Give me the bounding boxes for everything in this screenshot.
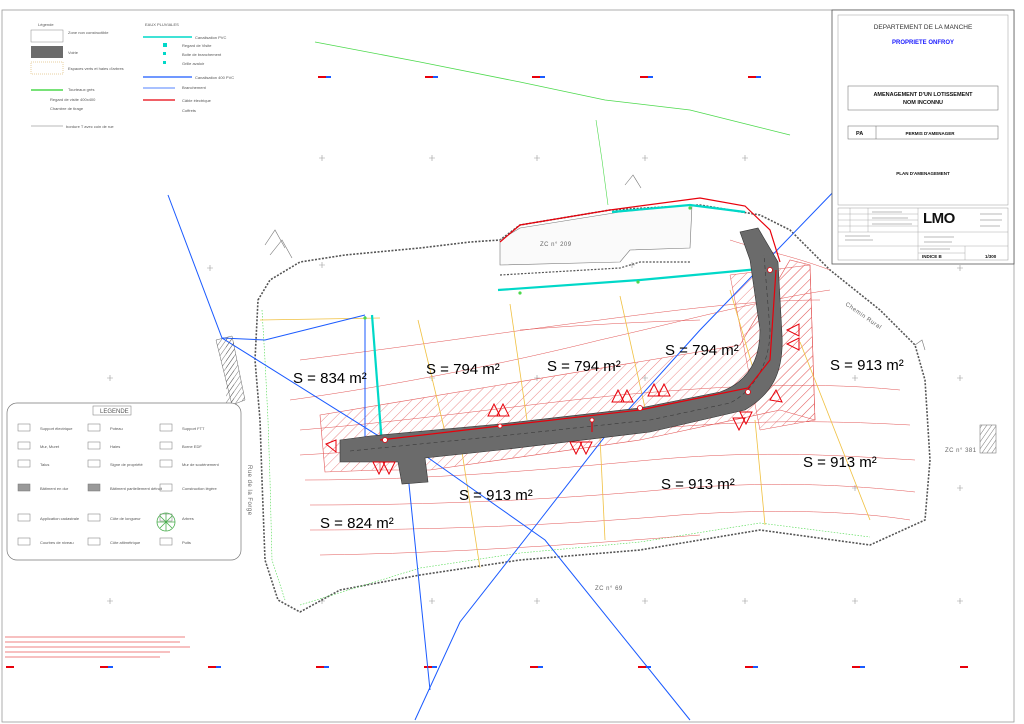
scale-label: 1/300 — [985, 254, 997, 259]
legend-item-label: Application cadastrale — [40, 516, 80, 521]
right-building — [979, 424, 997, 454]
legend-item-label: Mur de soutènement — [182, 462, 220, 467]
zc-south-label: ZC n° 69 — [595, 586, 623, 592]
left-wall-hatch — [226, 338, 234, 404]
lower-legend-title: LEGENDE — [100, 409, 129, 415]
compass-icon — [156, 512, 176, 532]
legend-item-label: Boite de branchement — [182, 52, 222, 57]
legend-swatch — [30, 61, 64, 75]
road-west-label: Rue de la Forge — [246, 465, 252, 516]
legend-swatch — [163, 52, 166, 55]
legend-item-label: Borne EDF — [182, 444, 202, 449]
project-box — [847, 85, 999, 111]
legend-item-label: Courbes de niveau — [40, 540, 74, 545]
legend-item-label: Branchement — [182, 85, 207, 90]
parcel-area-label: S = 794 m² — [665, 342, 739, 359]
permit-label: PERMIS D'AMENAGER — [905, 131, 955, 136]
legend-item-label: Bâtiment en dur — [40, 486, 69, 491]
legend-item-label: Tourteaux grès — [68, 87, 94, 92]
legend-item-label: Regard de visite 400x400 — [50, 97, 96, 102]
legend-item-label: bordure T avec coin de rue — [66, 124, 114, 129]
legend-symbol — [87, 483, 101, 492]
plan-name-label: PLAN D'AMENAGEMENT — [896, 171, 950, 176]
legend-item-label: Zone non constructible — [68, 30, 109, 35]
legend-item-label: Mur, Muret — [40, 444, 60, 449]
pa-code: PA — [856, 131, 863, 137]
index-label: INDICE B — [922, 254, 943, 259]
parcel-area-label: S = 913 m² — [803, 454, 877, 471]
legend-item-label: Canalisation 400 PVC — [195, 75, 234, 80]
legend-item-label: Haies — [110, 444, 120, 449]
legend-item-label: Support FTT — [182, 426, 205, 431]
legend-swatch — [31, 46, 63, 58]
legend-item-label: Chambre de tirage — [50, 106, 84, 111]
project-line-1: AMENAGEMENT D'UN LOTISSEMENT — [873, 92, 973, 98]
parcel-area-label: S = 834 m² — [293, 370, 367, 387]
legend-swatch — [163, 43, 167, 47]
legend-item-label: Bâtiment partiellement détruit — [110, 486, 163, 491]
legend-swatch — [30, 29, 64, 43]
parcel-area-label: S = 794 m² — [547, 358, 621, 375]
legend-swatch — [163, 61, 166, 64]
zc-north-label: ZC n° 209 — [540, 242, 572, 248]
legend-item-label: Talus — [40, 462, 49, 467]
legend-item-label: Poteau — [110, 426, 123, 431]
department-label: DEPARTEMENT DE LA MANCHE — [874, 24, 973, 31]
networks-title: EAUX PLUVIALES — [145, 22, 179, 27]
parcel-area-label: S = 913 m² — [459, 487, 533, 504]
legend-item-label: Signe de propriété — [110, 462, 143, 467]
title-block: DEPARTEMENT DE LA MANCHE PROPRIETE ONFRO… — [831, 9, 1015, 265]
legend-item-label: Grille avaloir — [182, 61, 205, 66]
zc-east-label: ZC n° 381 — [945, 448, 977, 454]
legend-symbol — [17, 483, 31, 492]
parcel-area-label: S = 794 m² — [426, 361, 500, 378]
legend-item-label: Côte de longueur — [110, 516, 141, 521]
legend-item-label: Câble électrique — [182, 98, 212, 103]
legend-item-label: Côte altimétrique — [110, 540, 141, 545]
parcel-area-label: S = 913 m² — [830, 357, 904, 374]
legend-item-label: Puits — [182, 540, 191, 545]
parcel-area-label: S = 913 m² — [661, 476, 735, 493]
project-line-2: NOM INCONNU — [903, 100, 943, 106]
site-plan-drawing: ZC n° 209 ZC n° 69 ZC n° 381 Rue de la F… — [1, 9, 1015, 723]
parcel-area-label: S = 824 m² — [320, 515, 394, 532]
legend-item-label: Construction légère — [182, 486, 217, 491]
legend-item-label: Support électrique — [40, 426, 73, 431]
legend-item-label: Coffrets — [182, 108, 196, 113]
owner-label: PROPRIETE ONFROY — [892, 40, 954, 46]
top-legend-title: Légende — [38, 22, 54, 27]
legend-item-label: Voirie — [68, 50, 79, 55]
company-logo: LMO — [923, 210, 956, 227]
legend-item-label: Arbres — [182, 516, 194, 521]
legend-item-label: Espaces verts et haies d'arbres — [68, 66, 124, 71]
legend-item-label: Canalisation PVC — [195, 35, 226, 40]
legend-item-label: Regard de Visite — [182, 43, 212, 48]
